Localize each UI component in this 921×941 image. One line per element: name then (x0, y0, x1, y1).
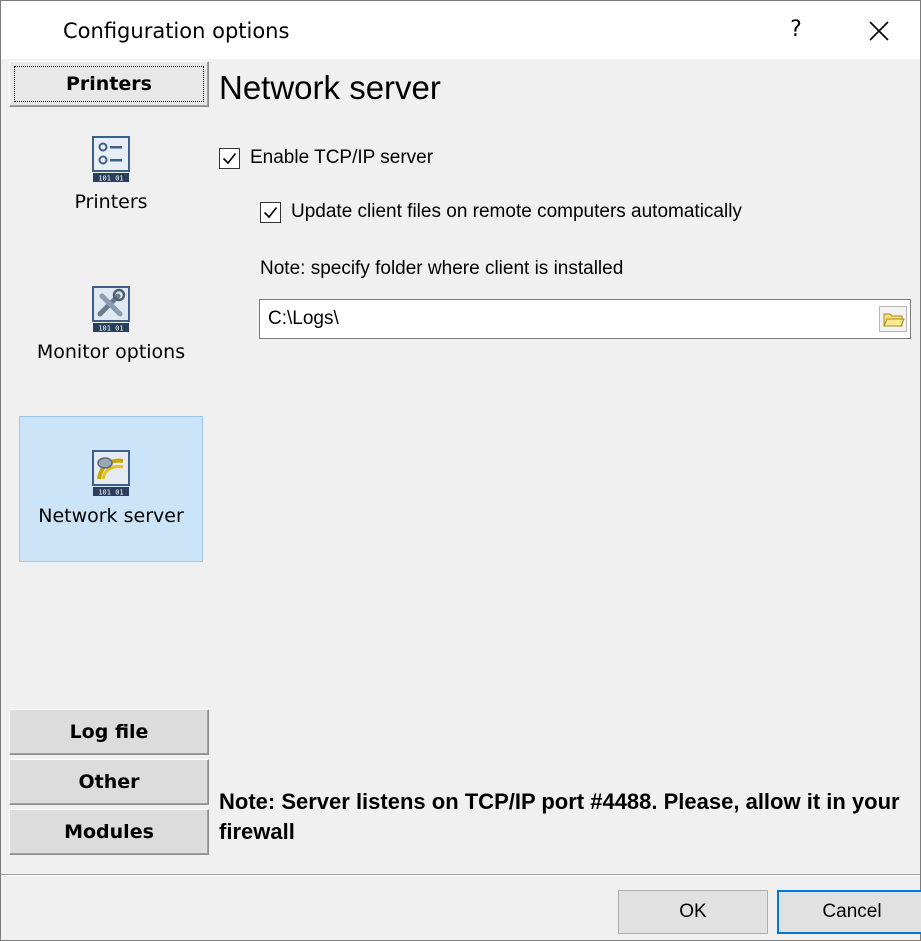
focus-rectangle (14, 66, 204, 102)
enable-tcp-label[interactable]: Enable TCP/IP server (250, 147, 433, 169)
window-title: Configuration options (63, 19, 290, 43)
printer-list-icon: 101 01 (92, 136, 130, 183)
group-modules-button[interactable]: Modules (9, 809, 209, 855)
sidebar-item-label: Monitor options (36, 341, 186, 363)
sidebar-item-label: Network server (38, 505, 184, 527)
svg-text:101 01: 101 01 (98, 175, 123, 183)
folder-note: Note: specify folder where client is ins… (260, 258, 624, 279)
checkmark-icon (222, 153, 237, 165)
title-bar: Configuration options ? (1, 1, 920, 59)
firewall-note: Note: Server listens on TCP/IP port #448… (219, 789, 900, 844)
close-button[interactable] (859, 13, 899, 49)
group-other-button[interactable]: Other (9, 759, 209, 805)
outlook-sidebar: Printers 101 01 Printers 101 01 Monitor … (9, 59, 213, 875)
close-icon (869, 21, 889, 41)
ok-button[interactable]: OK (618, 890, 768, 934)
tools-icon: 101 01 (92, 286, 130, 333)
client-folder-input[interactable] (268, 306, 868, 332)
update-client-checkbox[interactable] (260, 202, 281, 223)
group-items-panel: 101 01 Printers 101 01 Monitor options 1… (9, 109, 209, 709)
bottom-divider (1, 874, 920, 876)
configuration-dialog: Configuration options ? Printers 101 01 … (0, 0, 921, 941)
svg-text:101 01: 101 01 (98, 325, 123, 333)
checkmark-icon (263, 207, 278, 219)
group-printers-button[interactable]: Printers (9, 61, 209, 107)
svg-text:101 01: 101 01 (98, 489, 123, 497)
folder-icon (879, 306, 907, 332)
client-folder-field[interactable] (259, 299, 911, 339)
cancel-button[interactable]: Cancel (777, 890, 921, 934)
sidebar-item-network-server[interactable]: 101 01 Network server (19, 416, 203, 562)
network-plug-icon: 101 01 (92, 450, 130, 497)
browse-folder-button[interactable] (879, 306, 907, 332)
help-button[interactable]: ? (781, 15, 811, 45)
group-log-file-button[interactable]: Log file (9, 709, 209, 755)
sidebar-item-label: Printers (74, 191, 148, 213)
page-title: Network server (219, 69, 441, 106)
enable-tcp-checkbox[interactable] (219, 148, 240, 169)
sidebar-item-printers[interactable]: 101 01 Printers (19, 135, 203, 245)
update-client-label[interactable]: Update client files on remote computers … (291, 201, 742, 223)
sidebar-item-monitor-options[interactable]: 101 01 Monitor options (19, 285, 203, 395)
